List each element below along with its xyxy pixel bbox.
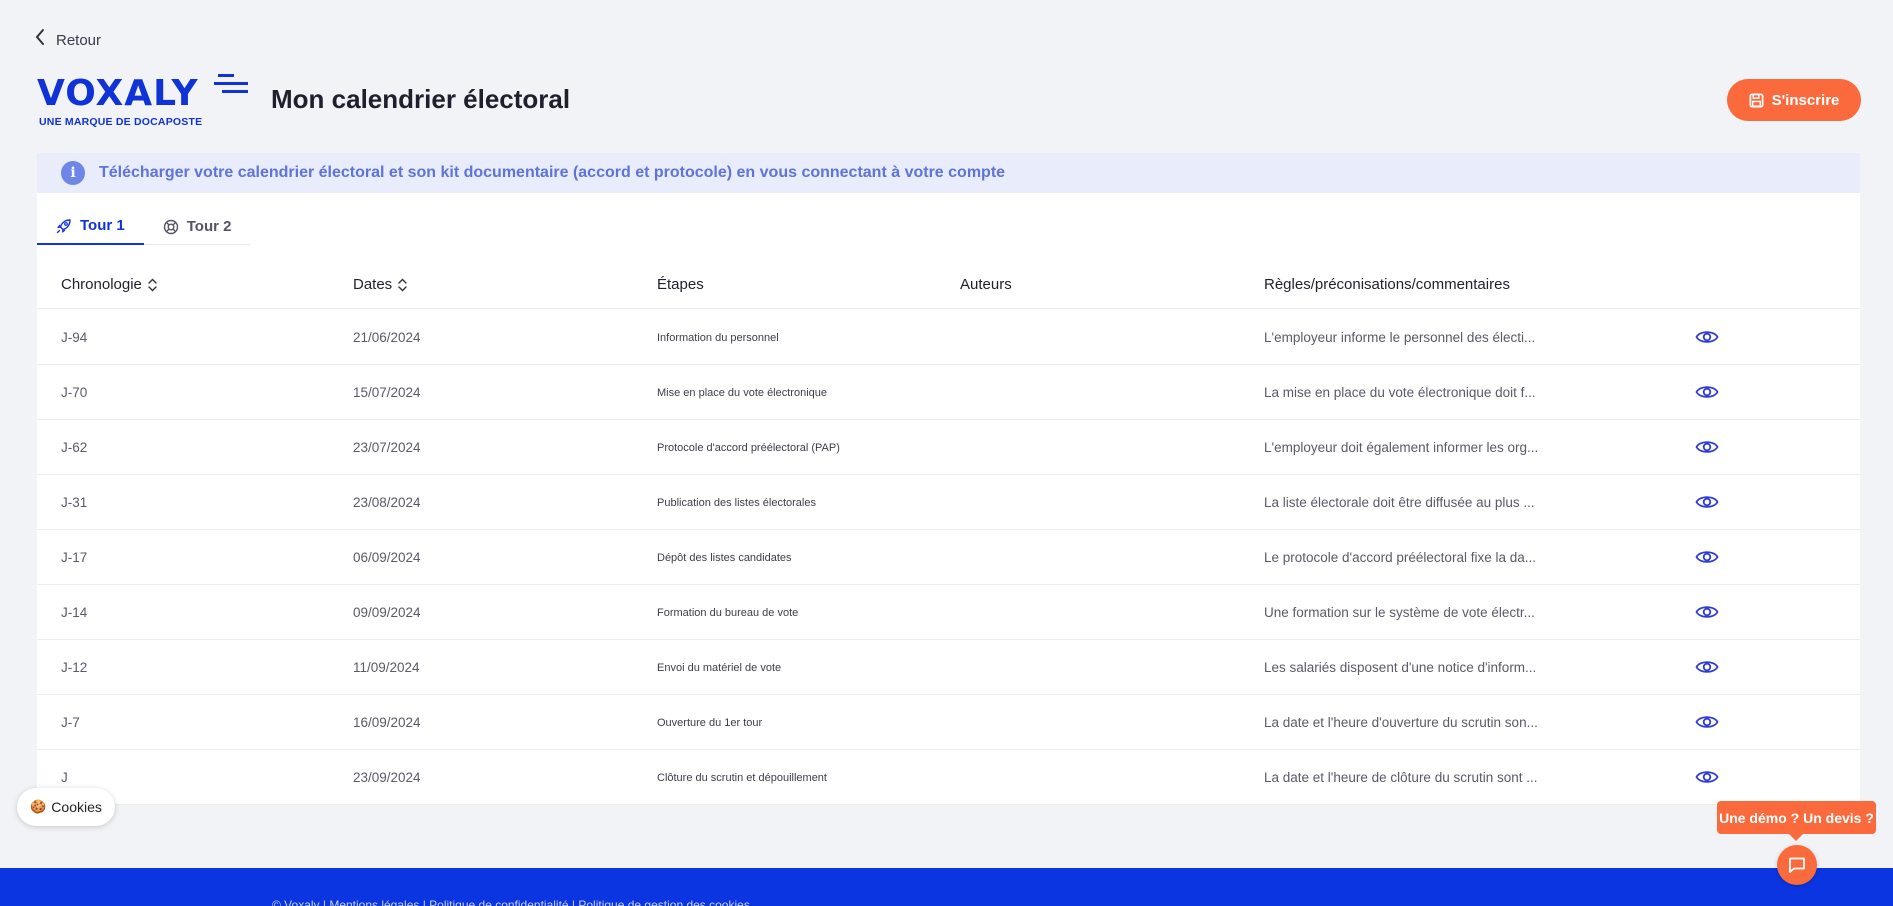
chronology-cell: J-14 xyxy=(61,605,88,620)
chronology-cell: J-62 xyxy=(61,440,88,455)
table-row: J-17 06/09/2024 Dépôt des listes candidate… xyxy=(37,530,1860,585)
back-link[interactable]: Retour xyxy=(34,24,101,49)
info-banner-text: Télécharger votre calendrier électoral e… xyxy=(99,164,1006,181)
view-details-eye-icon[interactable] xyxy=(1695,492,1719,512)
table-row: J-14 09/09/2024 Formation du bureau de vot… xyxy=(37,585,1860,640)
column-header-auteurs: Auteurs xyxy=(960,260,1012,309)
date-cell: 15/07/2024 xyxy=(353,385,421,400)
rule-cell: La liste électorale doit être diffusée a… xyxy=(1264,495,1535,510)
step-cell: Clôture du scrutin et dépouillement xyxy=(657,771,827,784)
brand-logo[interactable]: VOXALY UNE MARQUE DE DOCAPOSTE xyxy=(37,72,252,128)
chronology-cell: J-17 xyxy=(61,550,88,565)
table-row: J-94 21/06/2024 Information du personnel L'… xyxy=(37,310,1860,365)
view-details-eye-icon[interactable] xyxy=(1695,712,1719,732)
tab-tour-2[interactable]: Tour 2 xyxy=(144,208,251,245)
table-row: J-70 15/07/2024 Mise en place du vote élec… xyxy=(37,365,1860,420)
view-details-eye-icon[interactable] xyxy=(1695,437,1719,457)
footer: © Voxaly | Mentions légales | Politique … xyxy=(0,868,1893,906)
date-cell: 11/09/2024 xyxy=(353,660,420,675)
rule-cell: La mise en place du vote électronique do… xyxy=(1264,385,1536,400)
column-header-etapes: Étapes xyxy=(657,260,704,309)
column-header-chronologie[interactable]: Chronologie xyxy=(61,260,157,309)
rule-cell: La date et l'heure de clôture du scrutin… xyxy=(1264,770,1538,785)
tab-tour-2-label: Tour 2 xyxy=(186,218,232,235)
rule-cell: L'employeur informe le personnel des éle… xyxy=(1264,330,1536,345)
table-header: Chronologie Dates Étapes Auteurs Règles/… xyxy=(37,260,1860,309)
date-cell: 23/08/2024 xyxy=(353,495,421,510)
step-cell: Envoi du matériel de vote xyxy=(657,661,782,674)
step-cell: Information du personnel xyxy=(657,331,779,344)
chat-button[interactable] xyxy=(1777,845,1817,885)
rule-cell: Le protocole d'accord préélectoral fixe … xyxy=(1264,550,1536,565)
rule-cell: L'employeur doit également informer les … xyxy=(1264,440,1539,455)
page-title: Mon calendrier électoral xyxy=(271,84,571,114)
table-row: J-31 23/08/2024 Publication des listes éle… xyxy=(37,475,1860,530)
rule-cell: La date et l'heure d'ouverture du scruti… xyxy=(1264,715,1538,730)
step-cell: Mise en place du vote électronique xyxy=(657,386,827,399)
back-label: Retour xyxy=(56,32,102,49)
chronology-cell: J-70 xyxy=(61,385,88,400)
demo-quote-label: Une démo ? Un devis ? xyxy=(1719,809,1874,826)
chronology-cell: J-12 xyxy=(61,660,88,675)
logo-lines-icon xyxy=(214,74,248,93)
column-header-dates[interactable]: Dates xyxy=(353,260,407,309)
sort-icon xyxy=(398,278,407,291)
column-label: Chronologie xyxy=(61,276,142,293)
chronology-cell: J-7 xyxy=(61,715,80,730)
chronology-cell: J-31 xyxy=(61,495,88,510)
column-label: Dates xyxy=(353,276,393,293)
demo-quote-bubble[interactable]: Une démo ? Un devis ? xyxy=(1717,801,1876,841)
date-cell: 16/09/2024 xyxy=(353,715,421,730)
column-label: Auteurs xyxy=(960,276,1012,293)
view-details-eye-icon[interactable] xyxy=(1695,382,1719,402)
column-header-regles: Règles/préconisations/commentaires xyxy=(1264,260,1510,309)
view-details-eye-icon[interactable] xyxy=(1695,547,1719,567)
save-icon xyxy=(1749,93,1764,107)
table-row: J-7 16/09/2024 Ouverture du 1er tour La dat… xyxy=(37,695,1860,750)
view-details-eye-icon[interactable] xyxy=(1695,657,1719,677)
cookie-icon: 🍪 xyxy=(30,799,47,814)
view-details-eye-icon[interactable] xyxy=(1695,602,1719,622)
rocket-icon xyxy=(56,218,71,233)
table-row: J-62 23/07/2024 Protocole d'accord préélec… xyxy=(37,420,1860,475)
view-details-eye-icon[interactable] xyxy=(1695,767,1719,787)
calendar-card: Tour 1 Tour 2 Chronologie Dates Étapes A… xyxy=(37,193,1860,805)
brand-tagline: UNE MARQUE DE DOCAPOSTE xyxy=(39,116,203,128)
column-label: Règles/préconisations/commentaires xyxy=(1264,276,1510,293)
step-cell: Publication des listes électorales xyxy=(657,496,816,509)
tab-tour-1[interactable]: Tour 1 xyxy=(37,208,144,245)
date-cell: 21/06/2024 xyxy=(353,330,421,345)
rule-cell: Une formation sur le système de vote éle… xyxy=(1264,605,1535,620)
date-cell: 23/07/2024 xyxy=(353,440,421,455)
step-cell: Dépôt des listes candidates xyxy=(657,551,792,564)
column-label: Étapes xyxy=(657,276,704,293)
date-cell: 23/09/2024 xyxy=(353,770,421,785)
table-row: J 23/09/2024 Clôture du scrutin et dépouil… xyxy=(37,750,1860,805)
rule-cell: Les salariés disposent d'une notice d'in… xyxy=(1264,660,1537,675)
step-cell: Formation du bureau de vote xyxy=(657,606,799,619)
cookies-label: Cookies xyxy=(51,799,102,815)
date-cell: 09/09/2024 xyxy=(353,605,421,620)
footer-links[interactable]: © Voxaly | Mentions légales | Politique … xyxy=(272,898,750,906)
date-cell: 06/09/2024 xyxy=(353,550,421,565)
tab-tour-1-label: Tour 1 xyxy=(80,217,125,234)
signup-button[interactable]: S'inscrire xyxy=(1727,79,1861,121)
table-row: J-12 11/09/2024 Envoi du matériel de vote L… xyxy=(37,640,1860,695)
chronology-cell: J-94 xyxy=(61,330,88,345)
lifebuoy-icon xyxy=(163,219,178,234)
step-cell: Ouverture du 1er tour xyxy=(657,716,763,729)
info-icon: i xyxy=(61,161,85,185)
round-tabs: Tour 1 Tour 2 xyxy=(37,208,251,245)
chevron-left-icon xyxy=(35,28,44,45)
sort-icon xyxy=(148,278,157,291)
signup-label: S'inscrire xyxy=(1771,91,1840,109)
chat-icon xyxy=(1789,857,1805,873)
cookies-button[interactable]: 🍪 Cookies xyxy=(17,788,115,826)
brand-name: VOXALY xyxy=(37,73,199,114)
info-banner: i Télécharger votre calendrier électoral… xyxy=(37,153,1860,193)
step-cell: Protocole d'accord préélectoral (PAP) xyxy=(657,441,840,454)
view-details-eye-icon[interactable] xyxy=(1695,327,1719,347)
